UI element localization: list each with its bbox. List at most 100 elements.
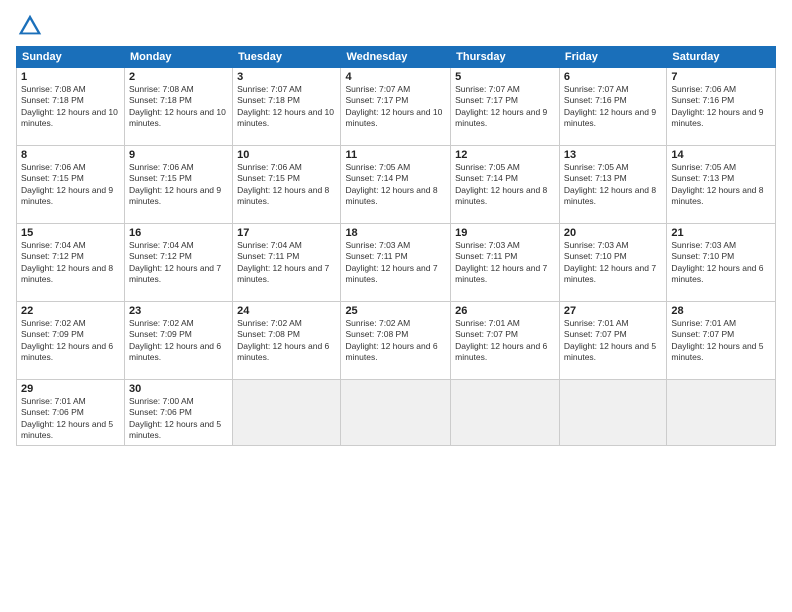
table-row bbox=[451, 380, 560, 446]
day-info: Sunrise: 7:04 AMSunset: 7:11 PMDaylight:… bbox=[237, 240, 336, 286]
day-info: Sunrise: 7:01 AMSunset: 7:07 PMDaylight:… bbox=[564, 318, 662, 364]
table-row: 9 Sunrise: 7:06 AMSunset: 7:15 PMDayligh… bbox=[124, 146, 232, 224]
table-row: 5 Sunrise: 7:07 AMSunset: 7:17 PMDayligh… bbox=[451, 68, 560, 146]
table-row: 19 Sunrise: 7:03 AMSunset: 7:11 PMDaylig… bbox=[451, 224, 560, 302]
day-info: Sunrise: 7:07 AMSunset: 7:17 PMDaylight:… bbox=[455, 84, 555, 130]
day-info: Sunrise: 7:05 AMSunset: 7:13 PMDaylight:… bbox=[671, 162, 771, 208]
day-info: Sunrise: 7:06 AMSunset: 7:15 PMDaylight:… bbox=[21, 162, 120, 208]
day-number: 29 bbox=[21, 383, 120, 395]
calendar-header-row: Sunday Monday Tuesday Wednesday Thursday… bbox=[17, 47, 776, 68]
day-info: Sunrise: 7:07 AMSunset: 7:16 PMDaylight:… bbox=[564, 84, 662, 130]
day-info: Sunrise: 7:02 AMSunset: 7:09 PMDaylight:… bbox=[129, 318, 228, 364]
day-number: 6 bbox=[564, 71, 662, 83]
table-row: 22 Sunrise: 7:02 AMSunset: 7:09 PMDaylig… bbox=[17, 302, 125, 380]
table-row: 3 Sunrise: 7:07 AMSunset: 7:18 PMDayligh… bbox=[233, 68, 341, 146]
day-info: Sunrise: 7:05 AMSunset: 7:14 PMDaylight:… bbox=[455, 162, 555, 208]
table-row: 27 Sunrise: 7:01 AMSunset: 7:07 PMDaylig… bbox=[559, 302, 666, 380]
day-number: 4 bbox=[345, 71, 446, 83]
day-info: Sunrise: 7:08 AMSunset: 7:18 PMDaylight:… bbox=[21, 84, 120, 130]
day-number: 27 bbox=[564, 305, 662, 317]
day-info: Sunrise: 7:03 AMSunset: 7:11 PMDaylight:… bbox=[345, 240, 446, 286]
day-info: Sunrise: 7:04 AMSunset: 7:12 PMDaylight:… bbox=[21, 240, 120, 286]
table-row: 14 Sunrise: 7:05 AMSunset: 7:13 PMDaylig… bbox=[667, 146, 776, 224]
day-number: 13 bbox=[564, 149, 662, 161]
calendar: Sunday Monday Tuesday Wednesday Thursday… bbox=[16, 46, 776, 446]
day-number: 10 bbox=[237, 149, 336, 161]
day-number: 2 bbox=[129, 71, 228, 83]
day-number: 22 bbox=[21, 305, 120, 317]
day-number: 15 bbox=[21, 227, 120, 239]
col-friday: Friday bbox=[559, 47, 666, 68]
logo-icon bbox=[16, 12, 44, 40]
day-info: Sunrise: 7:02 AMSunset: 7:08 PMDaylight:… bbox=[345, 318, 446, 364]
day-info: Sunrise: 7:02 AMSunset: 7:08 PMDaylight:… bbox=[237, 318, 336, 364]
col-saturday: Saturday bbox=[667, 47, 776, 68]
header-area bbox=[16, 12, 776, 40]
day-number: 5 bbox=[455, 71, 555, 83]
table-row: 15 Sunrise: 7:04 AMSunset: 7:12 PMDaylig… bbox=[17, 224, 125, 302]
day-number: 9 bbox=[129, 149, 228, 161]
table-row: 23 Sunrise: 7:02 AMSunset: 7:09 PMDaylig… bbox=[124, 302, 232, 380]
table-row bbox=[341, 380, 451, 446]
day-number: 26 bbox=[455, 305, 555, 317]
table-row: 24 Sunrise: 7:02 AMSunset: 7:08 PMDaylig… bbox=[233, 302, 341, 380]
table-row: 18 Sunrise: 7:03 AMSunset: 7:11 PMDaylig… bbox=[341, 224, 451, 302]
day-number: 17 bbox=[237, 227, 336, 239]
table-row: 1 Sunrise: 7:08 AMSunset: 7:18 PMDayligh… bbox=[17, 68, 125, 146]
day-info: Sunrise: 7:05 AMSunset: 7:13 PMDaylight:… bbox=[564, 162, 662, 208]
day-info: Sunrise: 7:06 AMSunset: 7:15 PMDaylight:… bbox=[237, 162, 336, 208]
table-row: 21 Sunrise: 7:03 AMSunset: 7:10 PMDaylig… bbox=[667, 224, 776, 302]
day-info: Sunrise: 7:01 AMSunset: 7:06 PMDaylight:… bbox=[21, 396, 120, 442]
day-info: Sunrise: 7:08 AMSunset: 7:18 PMDaylight:… bbox=[129, 84, 228, 130]
day-info: Sunrise: 7:04 AMSunset: 7:12 PMDaylight:… bbox=[129, 240, 228, 286]
day-info: Sunrise: 7:05 AMSunset: 7:14 PMDaylight:… bbox=[345, 162, 446, 208]
day-info: Sunrise: 7:00 AMSunset: 7:06 PMDaylight:… bbox=[129, 396, 228, 442]
table-row: 10 Sunrise: 7:06 AMSunset: 7:15 PMDaylig… bbox=[233, 146, 341, 224]
day-info: Sunrise: 7:01 AMSunset: 7:07 PMDaylight:… bbox=[455, 318, 555, 364]
table-row: 30 Sunrise: 7:00 AMSunset: 7:06 PMDaylig… bbox=[124, 380, 232, 446]
col-monday: Monday bbox=[124, 47, 232, 68]
day-info: Sunrise: 7:07 AMSunset: 7:17 PMDaylight:… bbox=[345, 84, 446, 130]
table-row: 13 Sunrise: 7:05 AMSunset: 7:13 PMDaylig… bbox=[559, 146, 666, 224]
day-info: Sunrise: 7:03 AMSunset: 7:10 PMDaylight:… bbox=[671, 240, 771, 286]
day-info: Sunrise: 7:03 AMSunset: 7:11 PMDaylight:… bbox=[455, 240, 555, 286]
day-info: Sunrise: 7:07 AMSunset: 7:18 PMDaylight:… bbox=[237, 84, 336, 130]
table-row: 6 Sunrise: 7:07 AMSunset: 7:16 PMDayligh… bbox=[559, 68, 666, 146]
table-row bbox=[667, 380, 776, 446]
table-row: 29 Sunrise: 7:01 AMSunset: 7:06 PMDaylig… bbox=[17, 380, 125, 446]
day-number: 8 bbox=[21, 149, 120, 161]
col-sunday: Sunday bbox=[17, 47, 125, 68]
table-row: 16 Sunrise: 7:04 AMSunset: 7:12 PMDaylig… bbox=[124, 224, 232, 302]
table-row: 2 Sunrise: 7:08 AMSunset: 7:18 PMDayligh… bbox=[124, 68, 232, 146]
table-row: 20 Sunrise: 7:03 AMSunset: 7:10 PMDaylig… bbox=[559, 224, 666, 302]
day-info: Sunrise: 7:06 AMSunset: 7:16 PMDaylight:… bbox=[671, 84, 771, 130]
day-number: 16 bbox=[129, 227, 228, 239]
col-thursday: Thursday bbox=[451, 47, 560, 68]
day-number: 21 bbox=[671, 227, 771, 239]
day-number: 3 bbox=[237, 71, 336, 83]
day-number: 24 bbox=[237, 305, 336, 317]
table-row: 28 Sunrise: 7:01 AMSunset: 7:07 PMDaylig… bbox=[667, 302, 776, 380]
table-row: 11 Sunrise: 7:05 AMSunset: 7:14 PMDaylig… bbox=[341, 146, 451, 224]
table-row: 26 Sunrise: 7:01 AMSunset: 7:07 PMDaylig… bbox=[451, 302, 560, 380]
day-info: Sunrise: 7:03 AMSunset: 7:10 PMDaylight:… bbox=[564, 240, 662, 286]
table-row: 8 Sunrise: 7:06 AMSunset: 7:15 PMDayligh… bbox=[17, 146, 125, 224]
day-number: 23 bbox=[129, 305, 228, 317]
day-info: Sunrise: 7:02 AMSunset: 7:09 PMDaylight:… bbox=[21, 318, 120, 364]
table-row: 7 Sunrise: 7:06 AMSunset: 7:16 PMDayligh… bbox=[667, 68, 776, 146]
logo bbox=[16, 12, 48, 40]
day-number: 30 bbox=[129, 383, 228, 395]
table-row bbox=[233, 380, 341, 446]
day-number: 19 bbox=[455, 227, 555, 239]
day-number: 7 bbox=[671, 71, 771, 83]
day-number: 25 bbox=[345, 305, 446, 317]
table-row: 25 Sunrise: 7:02 AMSunset: 7:08 PMDaylig… bbox=[341, 302, 451, 380]
day-number: 28 bbox=[671, 305, 771, 317]
day-number: 1 bbox=[21, 71, 120, 83]
day-number: 11 bbox=[345, 149, 446, 161]
day-info: Sunrise: 7:06 AMSunset: 7:15 PMDaylight:… bbox=[129, 162, 228, 208]
day-number: 18 bbox=[345, 227, 446, 239]
page: Sunday Monday Tuesday Wednesday Thursday… bbox=[0, 0, 792, 612]
table-row: 12 Sunrise: 7:05 AMSunset: 7:14 PMDaylig… bbox=[451, 146, 560, 224]
day-info: Sunrise: 7:01 AMSunset: 7:07 PMDaylight:… bbox=[671, 318, 771, 364]
